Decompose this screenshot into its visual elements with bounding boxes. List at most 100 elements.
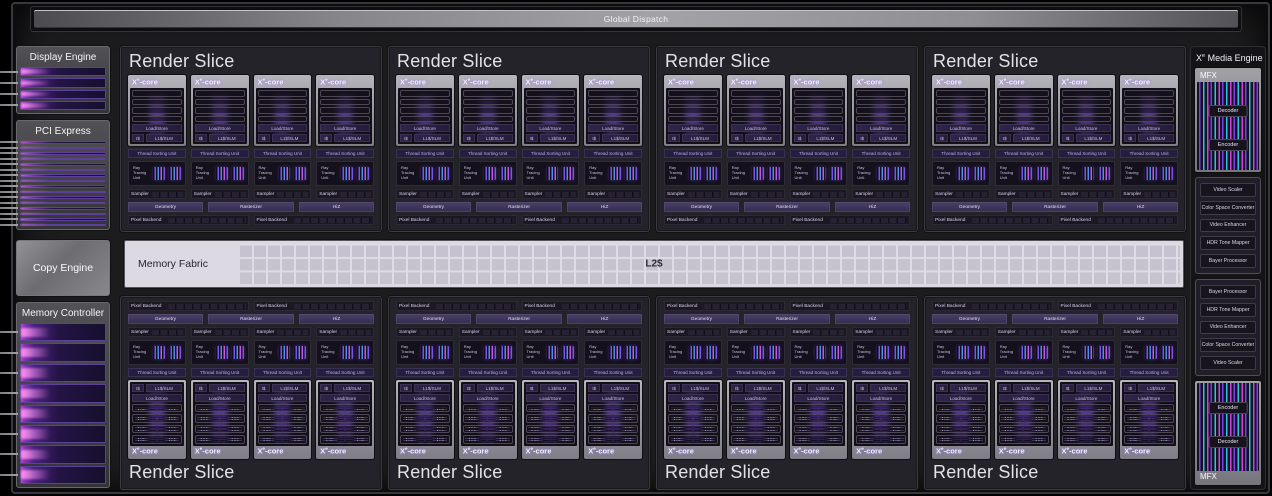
xve-row: XVE XVE [1064,427,1109,428]
xve-unit: XVE [1095,419,1109,420]
xmx-cell [686,438,692,439]
instruction-cache: I$ [320,134,332,142]
xve-unit: XVE [764,430,778,431]
rasterizer-unit: Rasterizer [476,314,562,324]
xve-unit: XVE [890,407,904,408]
activity-stripes [341,346,353,359]
xmx-cell [1087,417,1093,418]
xve-row: XVE XVE [465,419,510,420]
xmx-cell [426,419,432,420]
xe-core-body: XVE XVE XVE XVE [586,382,640,446]
pixel-backend-cells [562,218,640,223]
xve-unit: XVE [528,427,542,428]
thread-sorting-row: Thread Sorting UnitThread Sorting UnitTh… [664,149,910,158]
xe-core-label-suffix: -core [1069,77,1087,86]
io-lane [20,343,106,361]
xve-unit: XVE [1064,417,1078,418]
load-store-unit: Load/Store [258,394,308,402]
xmx-cell [954,417,960,418]
instruction-cache: I$ [258,384,270,392]
ray-tracing-unit: Ray Tracing Unit [584,161,642,186]
xve-group: XVE XVE XVE XVE [526,107,576,113]
xmx-cell [1150,427,1156,428]
xe-core-label: Xe-core [934,446,988,458]
ray-tracing-row: Ray Tracing Unit Ray Tracing Unit Ray Tr… [664,340,910,365]
xe-core-label-suffix: -core [676,77,694,86]
xve-unit: XVE [859,417,873,418]
hiz-unit: HiZ [299,314,374,324]
pixel-backend-unit: Pixel Backend [254,215,375,225]
geometry-unit: Geometry [932,202,1007,212]
thread-sorting-unit: Thread Sorting Unit [191,368,249,377]
xve-row: XVE XVE [591,430,636,431]
xve-group: XVE XVE XVE XVE [731,414,781,422]
xmx-cell [158,430,164,431]
pixel-backend-label: Pixel Backend [257,304,291,309]
xe-core: Xe-core XVE XVE XVE [995,75,1053,146]
xe-core-label: Xe-core [729,77,783,89]
xve-group: XVE XVE XVE XVE [588,435,638,443]
xve-group: XVE XVE XVE XVE [400,107,450,113]
xe-core-body: XVE XVE XVE XVE [1060,382,1114,446]
xve-unit: XVE [827,440,841,441]
xmx-cell [606,430,612,431]
thread-sorting-unit: Thread Sorting Unit [790,149,848,158]
thread-sorting-row: Thread Sorting UnitThread Sorting UnitTh… [128,149,374,158]
xve-unit: XVE [701,440,715,441]
sampler-row: Sampler Sampler Sampler Sampler [664,327,910,337]
xve-unit: XVE [890,427,904,428]
activity-stripes [484,346,496,359]
xe-core-body: XVE XVE XVE XVE [792,88,846,144]
xmx-cell [1150,419,1156,420]
cache-row: I$ L1$/SLM [856,384,906,392]
hiz-unit: HiZ [567,202,642,212]
xve-group: XVE XVE XVE XVE [794,116,844,122]
xve-row: XVE XVE [1127,407,1172,408]
xmx-cell [275,430,281,431]
xve-unit: XVE [165,407,179,408]
xe-core: Xe-core XVE XVE XVE [1120,380,1178,459]
l1-slm-cache: L1$/SLM [1138,134,1174,142]
xve-unit: XVE [1032,419,1046,420]
sampler-cells [876,192,907,197]
xve-group: XVE XVE XVE XVE [526,404,576,412]
sampler-cells [545,192,576,197]
cache-row: I$ L1$/SLM [526,384,576,392]
activity-stripes [957,346,969,359]
xve-unit: XVE [969,419,983,420]
xve-row: XVE XVE [1127,419,1172,420]
xmx-cell [954,409,960,410]
xve-unit: XVE [1158,407,1172,408]
xmx-cell [1142,427,1148,428]
xve-group: XVE XVE XVE XVE [400,116,450,122]
thread-sorting-unit: Thread Sorting Unit [664,149,722,158]
xve-group-stack: XVE XVE XVE XVE [400,404,450,444]
xve-unit: XVE [1127,407,1141,408]
xe-core-body: XVE XVE XVE XVE [854,88,908,144]
xmx-cell [1079,430,1085,431]
l1-slm-cache: L1$/SLM [540,134,576,142]
xve-group: XVE XVE XVE XVE [195,107,245,113]
xve-unit: XVE [733,409,747,410]
load-store-unit: Load/Store [195,394,245,402]
xve-unit: XVE [496,430,510,431]
instruction-cache: I$ [668,384,680,392]
xmx-cell [1087,440,1093,441]
xve-unit: XVE [859,407,873,408]
l1-slm-cache: L1$/SLM [272,134,308,142]
media-processing-unit: Bayer Processor [1200,285,1256,299]
xmx-cell [614,427,620,428]
xve-group-stack: XVE XVE XVE XVE [731,90,781,122]
xve-group: XVE XVE XVE XVE [463,435,513,443]
load-store-unit: Load/Store [1124,394,1174,402]
xve-unit: XVE [796,430,810,431]
xve-group: XVE XVE XVE XVE [463,404,513,412]
xve-unit: XVE [859,409,873,410]
instruction-cache: I$ [526,134,538,142]
xve-row: XVE XVE [135,419,180,420]
cache-row: I$ L1$/SLM [588,134,638,142]
ray-tracing-activity [1145,167,1173,180]
ray-tracing-activity [957,346,985,359]
xve-group: XVE XVE XVE XVE [936,404,986,412]
xve-unit: XVE [671,430,685,431]
